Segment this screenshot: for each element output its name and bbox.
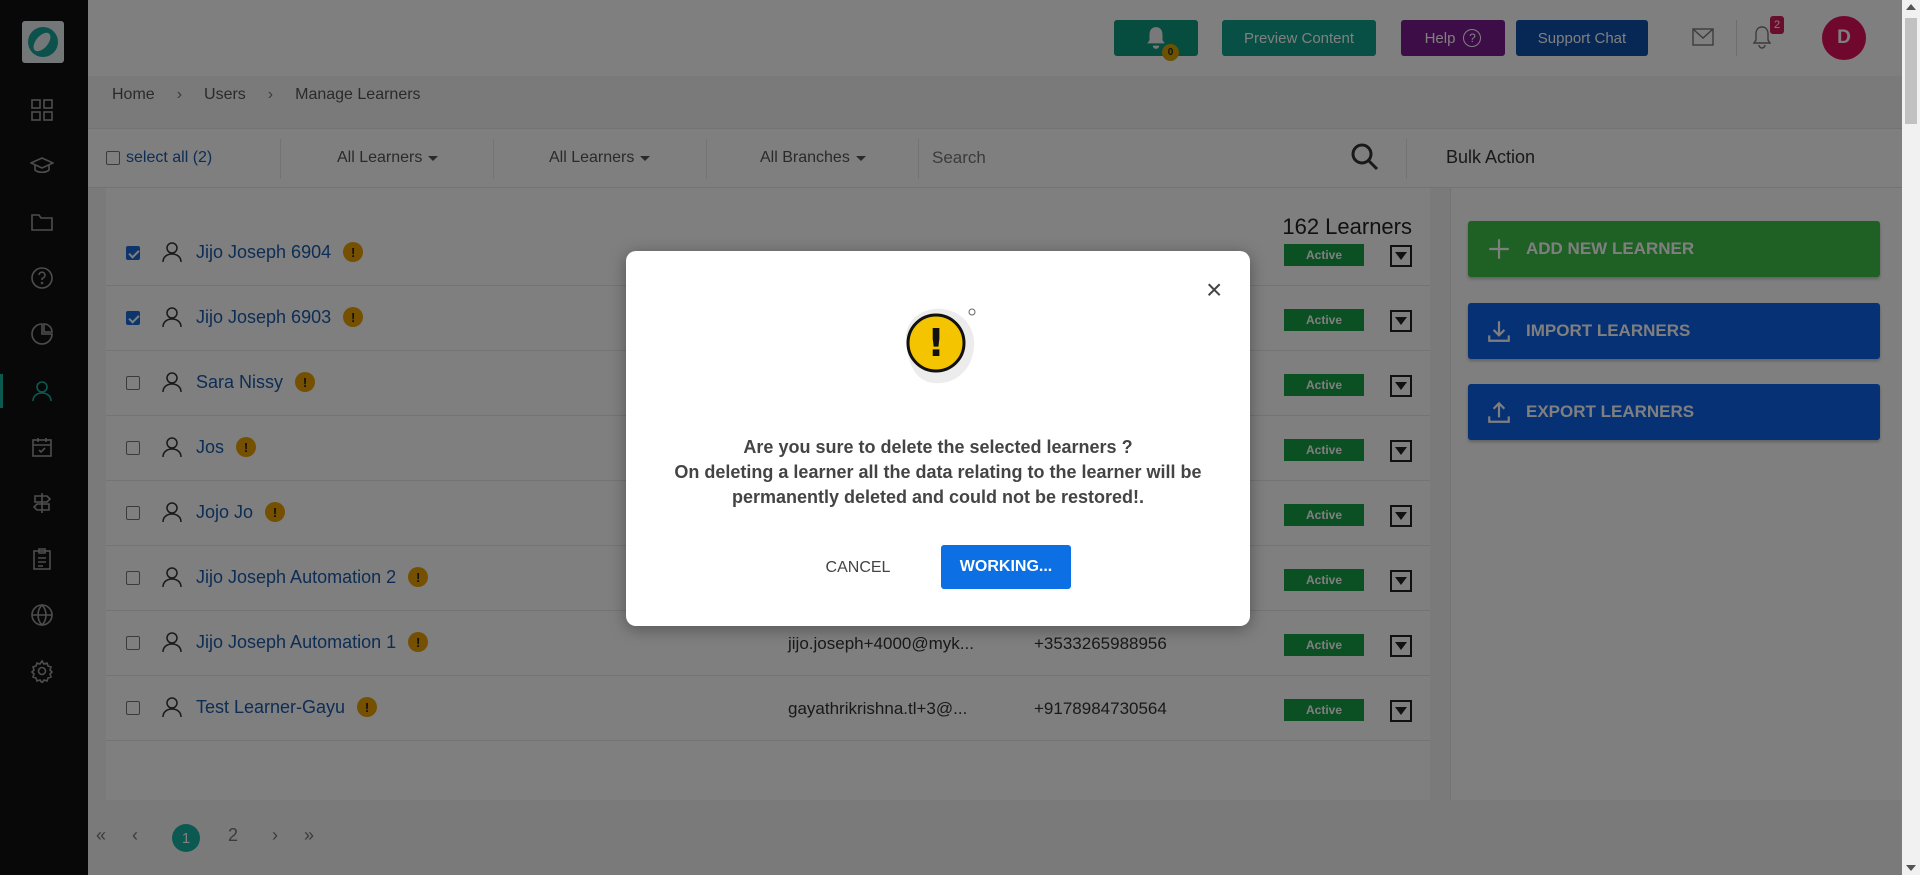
cancel-button[interactable]: CANCEL [810, 551, 906, 585]
dialog-warning-line-1: On deleting a learner all the data relat… [674, 462, 1202, 482]
page-scrollbar[interactable] [1902, 0, 1920, 875]
warning-icon: ! [896, 301, 980, 389]
scroll-up-icon[interactable] [1906, 4, 1916, 10]
warning-glyph: ! [927, 321, 944, 365]
confirm-delete-button[interactable]: WORKING... [941, 545, 1071, 589]
scroll-thumb[interactable] [1905, 18, 1917, 124]
dialog-question: Are you sure to delete the selected lear… [743, 437, 1133, 457]
dialog-message: Are you sure to delete the selected lear… [626, 435, 1250, 510]
scroll-down-icon[interactable] [1906, 865, 1916, 871]
delete-confirm-dialog: × ! Are you sure to delete the selected … [626, 251, 1250, 626]
dialog-warning-line-2: permanently deleted and could not be res… [731, 487, 1145, 507]
close-icon[interactable]: × [1206, 276, 1222, 304]
